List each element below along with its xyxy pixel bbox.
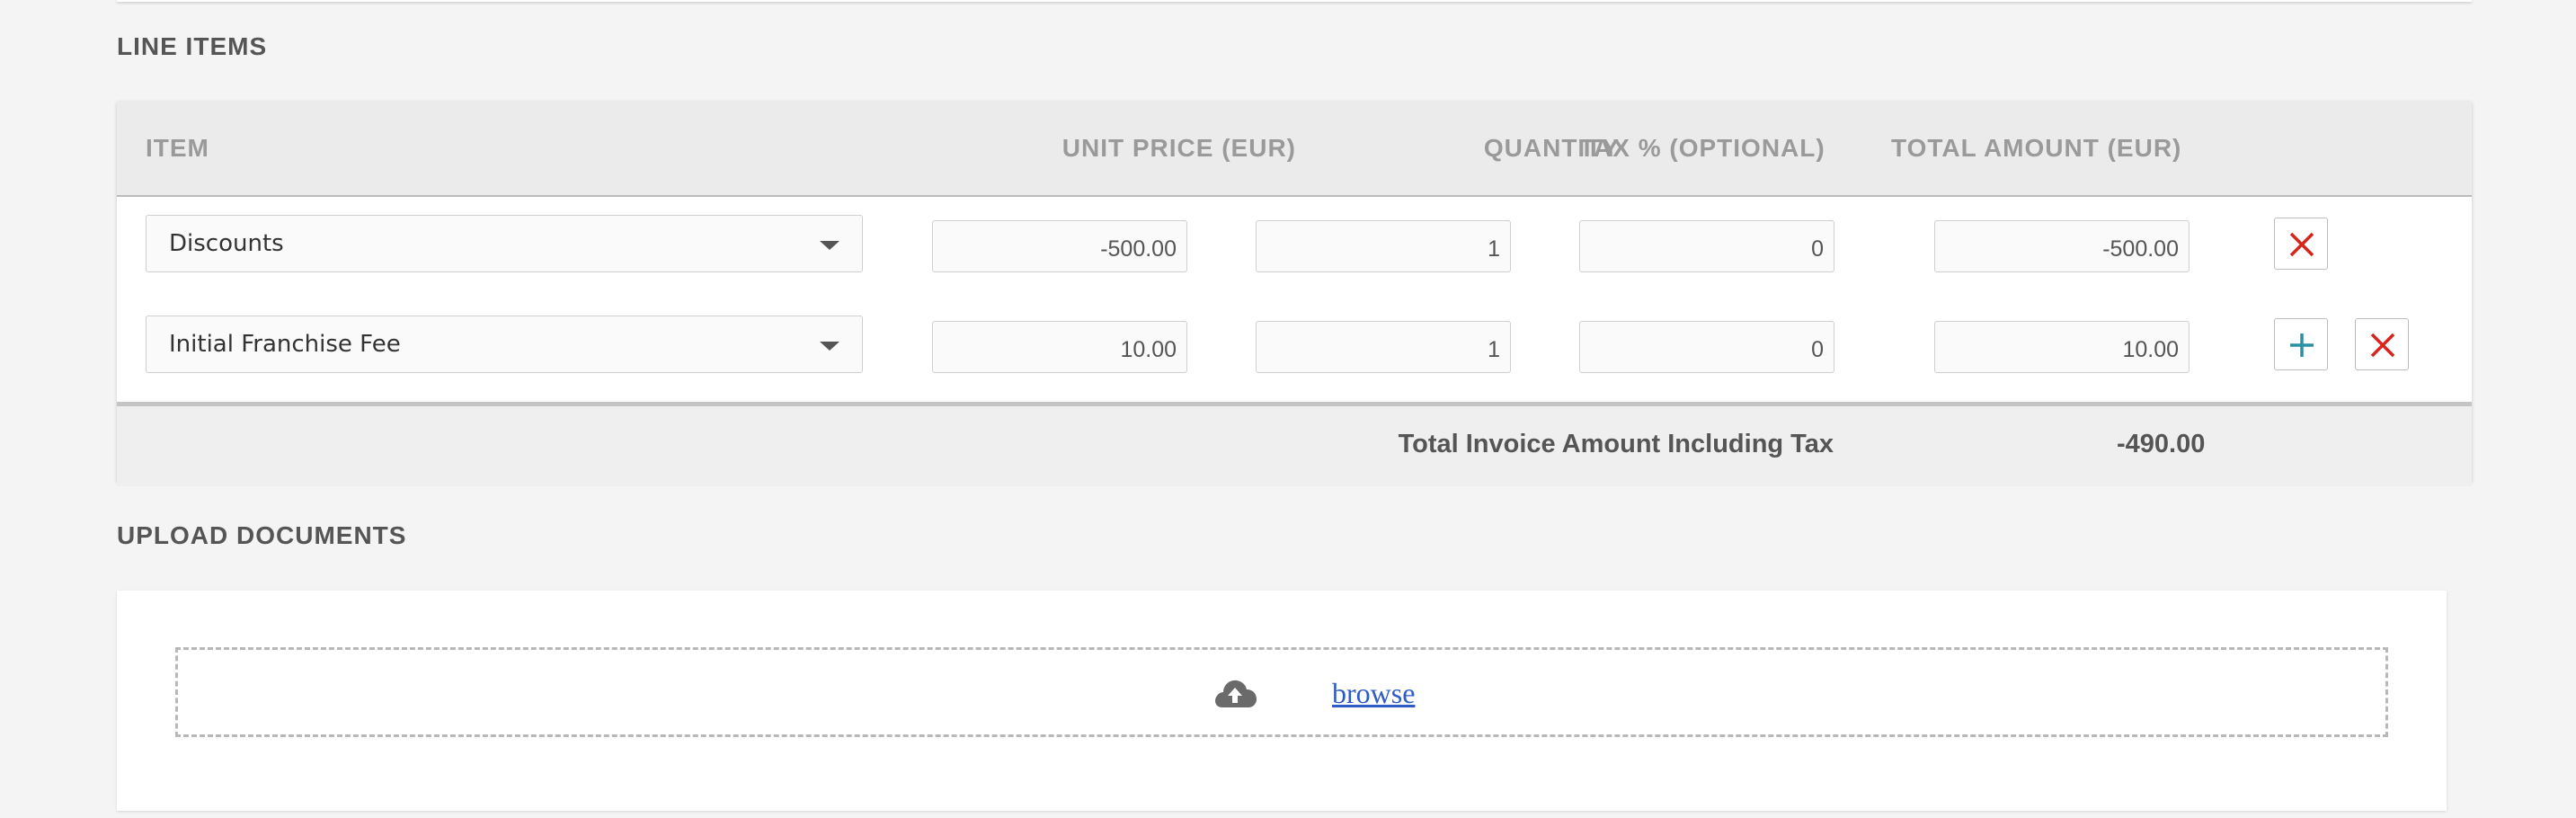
line-items-title: LINE ITEMS [117,32,268,60]
line-items-table: ITEM UNIT PRICE (EUR) QUANTITY TAX % (OP… [117,102,2472,486]
item-select[interactable]: Discounts [146,215,863,272]
file-dropzone[interactable]: browse [175,647,2388,737]
add-row-button[interactable] [2274,318,2328,370]
remove-row-button[interactable] [2355,318,2409,370]
table-row: Initial Franchise Fee 10.00 1 0 10.00 [117,316,2472,387]
remove-row-button[interactable] [2274,218,2328,270]
quantity-field[interactable]: 1 [1256,321,1511,373]
item-select-value: Discounts [169,230,284,257]
total-amount-field: 10.00 [1934,321,2190,373]
cloud-upload-icon [1215,680,1257,707]
invoice-total-value: -490.00 [2117,430,2206,458]
chevron-down-icon [820,342,839,351]
close-icon [2289,232,2314,257]
tax-field[interactable]: 0 [1579,220,1834,272]
item-select-value: Initial Franchise Fee [169,331,401,358]
column-header-total: TOTAL AMOUNT (EUR) [1891,134,2182,162]
column-header-item: ITEM [146,134,209,162]
table-header: ITEM UNIT PRICE (EUR) QUANTITY TAX % (OP… [117,102,2472,197]
close-icon [2370,333,2395,358]
previous-section-card [117,0,2472,2]
table-footer: Total Invoice Amount Including Tax -490.… [117,402,2472,486]
upload-documents-title: UPLOAD DOCUMENTS [117,521,407,549]
unit-price-field[interactable]: 10.00 [932,321,1187,373]
quantity-field[interactable]: 1 [1256,220,1511,272]
tax-field[interactable]: 0 [1579,321,1834,373]
item-select[interactable]: Initial Franchise Fee [146,316,863,373]
table-row: Discounts -500.00 1 0 -500.00 [117,215,2472,287]
browse-link[interactable]: browse [1332,677,1415,710]
unit-price-field[interactable]: -500.00 [932,220,1187,272]
upload-card: browse [117,591,2447,811]
invoice-total-label: Total Invoice Amount Including Tax [1398,430,1834,458]
column-header-unit-price: UNIT PRICE (EUR) [1061,134,1296,162]
chevron-down-icon [820,241,839,250]
total-amount-field: -500.00 [1934,220,2190,272]
plus-icon [2290,333,2314,357]
column-header-tax: TAX % (OPTIONAL) [1579,134,1825,162]
